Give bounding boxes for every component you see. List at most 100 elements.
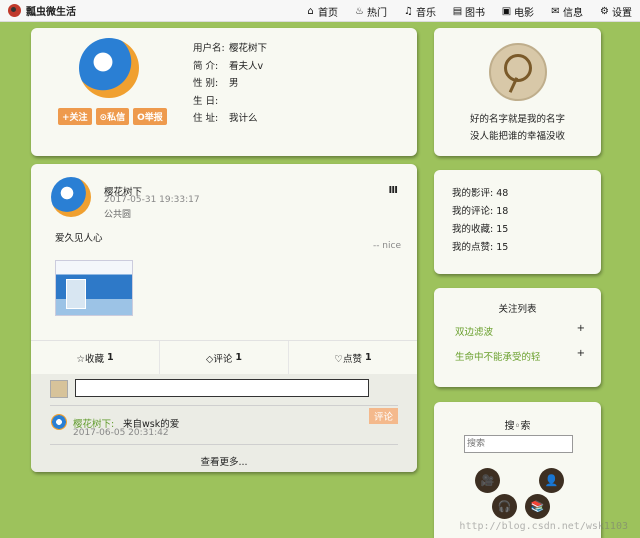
info-row-bio: 简 介: 看夫人v	[193, 58, 267, 76]
books-icon[interactable]: 📚	[525, 494, 550, 519]
info-value: 看夫人v	[229, 60, 264, 72]
nav-hot[interactable]: ♨ 热门	[346, 4, 395, 19]
follow-add-button[interactable]: +	[577, 323, 585, 334]
submit-comment-button[interactable]: 评论	[368, 408, 398, 424]
stat-value: 15	[496, 224, 509, 235]
signature-card: 好的名字就是我的名字 没人能把谁的幸福没收	[434, 28, 601, 156]
signature-text: 好的名字就是我的名字 没人能把谁的幸福没收	[434, 111, 601, 145]
info-row-birthday: 生 日:	[193, 93, 267, 111]
report-button[interactable]: O举报	[133, 108, 167, 125]
app-logo[interactable]: 瓢虫微生活	[8, 3, 76, 18]
film-icon: ▣	[501, 5, 512, 17]
like-count: 1	[364, 352, 372, 363]
mail-icon: ✉	[551, 5, 560, 17]
nav-messages[interactable]: ✉ 信息	[542, 4, 591, 19]
divider	[50, 444, 398, 445]
profile-picture[interactable]	[489, 43, 547, 101]
signature-line: 没人能把谁的幸福没收	[469, 131, 565, 142]
comment-timestamp: 2017-06-05 20:31:42	[73, 428, 169, 438]
comment-count: 1	[235, 352, 242, 363]
stat-value: 48	[496, 188, 509, 199]
stat-favorites[interactable]: 我的收藏: 15	[452, 221, 508, 239]
nav-label: 音乐	[416, 7, 436, 19]
stat-value: 18	[496, 206, 509, 217]
nav-movies[interactable]: ▣ 电影	[493, 4, 542, 19]
stat-value: 15	[496, 242, 509, 253]
info-key: 性 别:	[193, 78, 219, 89]
watermark: http://blog.csdn.net/wsk1103	[459, 521, 628, 532]
profile-card: +关注 ⊙私信 O举报 用户名: 樱花树下 简 介: 看夫人v 性 别: 男 生 日:…	[31, 28, 417, 156]
post-menu-icon[interactable]: Ⅲ	[389, 185, 398, 196]
stat-reviews[interactable]: 我的影评: 48	[452, 185, 508, 203]
info-value: 男	[229, 78, 239, 89]
search-card: 搜◦索 🎥 👤 🎧 📚	[434, 402, 601, 538]
info-key: 用户名:	[193, 43, 225, 54]
stat-likes[interactable]: 我的点赞: 15	[452, 239, 508, 257]
avatar[interactable]	[79, 38, 139, 98]
book-icon: ▤	[452, 5, 463, 17]
current-user-avatar	[50, 380, 68, 398]
follow-add-button[interactable]: +	[577, 348, 585, 359]
stat-comments[interactable]: 我的评论: 18	[452, 203, 508, 221]
info-key: 住 址:	[193, 113, 219, 124]
commenter-avatar[interactable]	[51, 414, 67, 430]
post-image[interactable]	[55, 260, 133, 316]
user-icon[interactable]: 👤	[539, 468, 564, 493]
stat-label: 我的影评:	[452, 188, 494, 199]
star-label: ☆收藏	[76, 353, 104, 365]
stat-label: 我的收藏:	[452, 224, 494, 235]
info-row-address: 住 址: 我计么	[193, 110, 267, 128]
nav-label: 热门	[367, 7, 387, 19]
nav-music[interactable]: ♫ 音乐	[395, 4, 444, 19]
stat-label: 我的评论:	[452, 206, 494, 217]
user-stats-card: 我的影评: 48 我的评论: 18 我的收藏: 15 我的点赞: 15	[434, 170, 601, 274]
heart-label: ♡点赞	[334, 353, 362, 365]
info-row-gender: 性 别: 男	[193, 75, 267, 93]
gear-icon: ⚙	[600, 5, 609, 17]
follow-list-title: 关注列表	[498, 304, 537, 315]
favorite-button[interactable]: ☆收藏 1	[31, 341, 160, 374]
nav-label: 设置	[612, 7, 632, 19]
nav-home[interactable]: ⌂ 首页	[297, 4, 346, 19]
headphones-icon: ♫	[404, 5, 413, 17]
see-more-link[interactable]: 查看更多...	[31, 454, 417, 468]
divider	[50, 405, 398, 406]
post-author-avatar[interactable]	[51, 177, 91, 217]
movie-camera-icon[interactable]: 🎥	[475, 468, 500, 493]
post-timestamp: 2017-05-31 19:33:17	[104, 195, 200, 205]
info-row-username: 用户名: 樱花树下	[193, 40, 267, 58]
nav-label: 图书	[465, 7, 485, 19]
post-card: 樱花树下 2017-05-31 19:33:17 公共圆 Ⅲ 爱久见人心 -- …	[31, 164, 417, 472]
comment-label: ◇评论	[206, 353, 233, 365]
nav-label: 信息	[563, 7, 583, 19]
follow-item[interactable]: 双边滤波	[455, 324, 493, 338]
user-stats-list: 我的影评: 48 我的评论: 18 我的收藏: 15 我的点赞: 15	[452, 185, 508, 257]
stat-label: 我的点赞:	[452, 242, 494, 253]
follow-item[interactable]: 生命中不能承受的轻	[455, 349, 541, 363]
post-content: 爱久见人心	[55, 233, 103, 244]
private-message-button[interactable]: ⊙私信	[95, 108, 130, 125]
profile-actions: +关注 ⊙私信 O举报	[58, 108, 167, 125]
home-icon: ⌂	[307, 5, 314, 17]
follow-list-card: 关注列表 双边滤波 + 生命中不能承受的轻 +	[434, 288, 601, 387]
search-input[interactable]	[464, 435, 573, 453]
fire-icon: ♨	[355, 5, 364, 17]
info-key: 生 日:	[193, 95, 219, 107]
favorite-count: 1	[106, 352, 114, 363]
post-stats: ☆收藏 1 ◇评论 1 ♡点赞 1	[31, 340, 417, 374]
nav-books[interactable]: ▤ 图书	[444, 4, 493, 19]
info-value: 我计么	[229, 113, 258, 124]
headset-icon[interactable]: 🎧	[492, 494, 517, 519]
comment-input[interactable]	[75, 379, 369, 397]
nav-label: 首页	[318, 7, 338, 19]
comment-toggle-button[interactable]: ◇评论 1	[160, 341, 289, 374]
like-button[interactable]: ♡点赞 1	[289, 341, 417, 374]
follow-button[interactable]: +关注	[58, 108, 92, 125]
main-nav: ⌂ 首页 ♨ 热门 ♫ 音乐 ▤ 图书 ▣ 电影 ✉ 信息 ⚙ 设置	[297, 0, 640, 22]
post-signature: -- nice	[372, 241, 401, 251]
nav-settings[interactable]: ⚙ 设置	[591, 4, 640, 19]
signature-line: 好的名字就是我的名字	[469, 114, 565, 125]
app-title: 瓢虫微生活	[26, 7, 76, 18]
comment-section: 评论 樱花树下: 来自wsk的爱 2017-06-05 20:31:42 查看更…	[31, 374, 417, 472]
ladybug-icon	[8, 4, 21, 17]
